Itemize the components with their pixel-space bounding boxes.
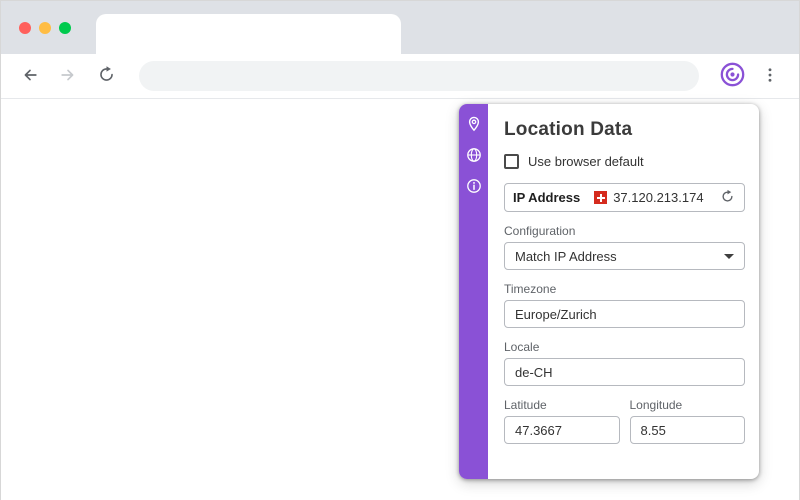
window-controls (19, 22, 71, 34)
refresh-icon (720, 189, 735, 207)
maximize-window-button[interactable] (59, 22, 71, 34)
info-icon[interactable] (465, 177, 482, 194)
browser-toolbar (1, 54, 799, 99)
timezone-input[interactable] (504, 300, 745, 328)
longitude-label: Longitude (629, 398, 683, 412)
panel-sidebar (459, 104, 488, 479)
browser-titlebar (1, 1, 799, 54)
longitude-field: Longitude (629, 386, 745, 444)
vytal-extension-button[interactable] (715, 59, 749, 93)
latitude-field: Latitude (504, 386, 620, 444)
forward-arrow-icon (58, 65, 78, 88)
browser-default-row: Use browser default (504, 154, 745, 169)
address-bar[interactable] (139, 61, 699, 91)
configuration-selected-value: Match IP Address (515, 248, 617, 264)
back-button[interactable] (13, 59, 47, 93)
minimize-window-button[interactable] (39, 22, 51, 34)
location-pin-icon[interactable] (465, 115, 482, 132)
close-window-button[interactable] (19, 22, 31, 34)
configuration-select[interactable]: Match IP Address (504, 242, 745, 270)
kebab-menu-icon (761, 66, 779, 87)
use-browser-default-label: Use browser default (528, 154, 644, 169)
back-arrow-icon (20, 65, 40, 88)
locale-input[interactable] (504, 358, 745, 386)
browser-menu-button[interactable] (753, 59, 787, 93)
vytal-extension-icon (719, 61, 746, 91)
use-browser-default-checkbox[interactable] (504, 154, 519, 169)
locale-label: Locale (504, 340, 540, 354)
ip-address-label: IP Address (513, 190, 581, 205)
page-content: Location Data Use browser default IP Add… (1, 99, 799, 500)
forward-button[interactable] (51, 59, 85, 93)
panel-title: Location Data (504, 119, 633, 140)
browser-tab[interactable] (96, 14, 401, 54)
panel-content: Location Data Use browser default IP Add… (488, 104, 759, 479)
dropdown-caret-icon (724, 253, 734, 259)
coordinates-row: Latitude Longitude (504, 386, 745, 444)
reload-icon (97, 65, 116, 87)
latitude-label: Latitude (504, 398, 547, 412)
ip-address-box: IP Address 37.120.213.174 (504, 183, 745, 212)
longitude-input[interactable] (629, 416, 745, 444)
configuration-label: Configuration (504, 224, 576, 238)
timezone-label: Timezone (504, 282, 557, 296)
address-input[interactable] (153, 67, 685, 85)
ip-address-value: 37.120.213.174 (613, 190, 704, 205)
latitude-input[interactable] (504, 416, 620, 444)
browser-window: { "colors": { "accent": "#8a51d6", "flag… (0, 0, 800, 500)
globe-icon[interactable] (465, 146, 482, 163)
reload-button[interactable] (89, 59, 123, 93)
location-data-panel: Location Data Use browser default IP Add… (459, 104, 759, 479)
refresh-ip-button[interactable] (719, 189, 736, 206)
swiss-flag-icon (594, 191, 608, 204)
